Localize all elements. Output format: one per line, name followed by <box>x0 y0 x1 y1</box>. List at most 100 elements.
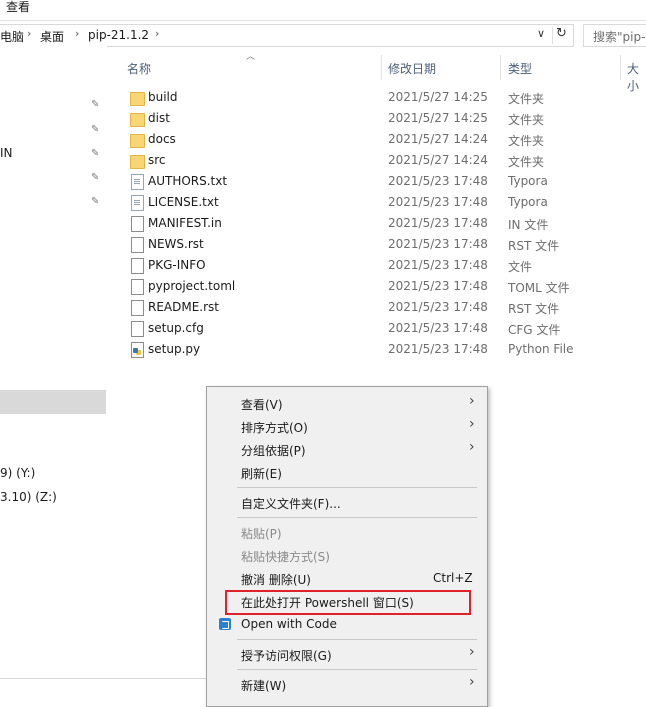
nav-selected-item[interactable] <box>0 390 106 414</box>
file-type: 文件夹 <box>508 92 545 106</box>
menu-item-open-with-code[interactable]: Open with Code <box>207 613 487 636</box>
file-name: LICENSE.txt <box>148 195 219 209</box>
column-divider[interactable] <box>500 55 501 80</box>
file-date: 2021/5/27 14:24 <box>388 153 488 167</box>
chevron-right-icon: › <box>469 439 475 455</box>
file-icon <box>131 321 144 337</box>
menu-item-view[interactable]: 查看(V) › <box>207 392 487 415</box>
context-menu: 查看(V) › 排序方式(O) › 分组依据(P) › 刷新(E) 自定义文件夹… <box>206 386 488 707</box>
file-type: Typora <box>508 195 548 209</box>
file-row[interactable]: setup.py 2021/5/23 17:48 Python File <box>120 339 646 360</box>
file-type: RST 文件 <box>508 302 560 316</box>
file-type: Typora <box>508 174 548 188</box>
chevron-right-icon: › <box>469 393 475 409</box>
menu-item-customize-folder[interactable]: 自定义文件夹(F)... <box>207 491 487 514</box>
ribbon-bar: 查看 <box>0 0 646 21</box>
menu-item-label: 刷新(E) <box>241 467 282 481</box>
nav-drive-z[interactable]: 3.10) (Z:) <box>0 490 57 504</box>
column-header-type[interactable]: 类型 <box>508 60 532 77</box>
pin-icon: ✎ <box>91 148 100 159</box>
file-row[interactable]: src 2021/5/27 14:24 文件夹 <box>120 150 646 171</box>
file-date: 2021/5/23 17:48 <box>388 237 488 251</box>
nav-drive-y[interactable]: 9) (Y:) <box>0 466 35 480</box>
highlight-box <box>225 590 471 615</box>
file-row[interactable]: setup.cfg 2021/5/23 17:48 CFG 文件 <box>120 318 646 339</box>
file-date: 2021/5/23 17:48 <box>388 195 488 209</box>
file-date: 2021/5/23 17:48 <box>388 258 488 272</box>
file-row[interactable]: MANIFEST.in 2021/5/23 17:48 IN 文件 <box>120 213 646 234</box>
file-row[interactable]: pyproject.toml 2021/5/23 17:48 TOML 文件 <box>120 276 646 297</box>
file-type: TOML 文件 <box>508 281 570 295</box>
breadcrumb-separator-icon[interactable]: › <box>75 27 79 40</box>
file-row[interactable]: PKG-INFO 2021/5/23 17:48 文件 <box>120 255 646 276</box>
shortcut-label: Ctrl+Z <box>433 571 473 585</box>
menu-item-new[interactable]: 新建(W) › <box>207 673 487 696</box>
search-input[interactable]: 搜索"pip- <box>583 24 646 47</box>
python-file-icon <box>131 342 144 358</box>
file-row[interactable]: NEWS.rst 2021/5/23 17:48 RST 文件 <box>120 234 646 255</box>
chevron-right-icon: › <box>469 644 475 660</box>
file-icon <box>131 216 144 232</box>
folder-icon <box>130 113 145 127</box>
column-header-date[interactable]: 修改日期 <box>388 60 436 77</box>
folder-icon <box>130 155 145 169</box>
menu-item-label: 粘贴(P) <box>241 527 282 541</box>
file-icon <box>131 279 144 295</box>
menu-item-label: 授予访问权限(G) <box>241 649 332 663</box>
menu-item-refresh[interactable]: 刷新(E) <box>207 461 487 484</box>
column-divider[interactable] <box>620 55 621 80</box>
address-bar[interactable]: 电脑 › 桌面 › pip-21.1.2 › ∨ ↻ <box>0 24 574 47</box>
menu-separator <box>237 517 477 518</box>
pin-icon: ✎ <box>91 124 100 135</box>
file-type: 文件夹 <box>508 155 545 169</box>
breadcrumb-separator-icon[interactable]: › <box>27 27 31 40</box>
file-type: 文件夹 <box>508 113 545 127</box>
file-row[interactable]: AUTHORS.txt 2021/5/23 17:48 Typora <box>120 171 646 192</box>
file-row[interactable]: build 2021/5/27 14:25 文件夹 <box>120 87 646 108</box>
menu-item-label: 撤消 删除(U) <box>241 573 311 587</box>
text-file-icon <box>131 174 144 190</box>
file-date: 2021/5/23 17:48 <box>388 174 488 188</box>
file-row[interactable]: LICENSE.txt 2021/5/23 17:48 Typora <box>120 192 646 213</box>
file-date: 2021/5/23 17:48 <box>388 300 488 314</box>
file-name: setup.py <box>148 342 201 356</box>
menu-item-label: 粘贴快捷方式(S) <box>241 550 330 564</box>
menu-item-group[interactable]: 分组依据(P) › <box>207 438 487 461</box>
file-row[interactable]: dist 2021/5/27 14:25 文件夹 <box>120 108 646 129</box>
file-type: RST 文件 <box>508 239 560 253</box>
file-row[interactable]: docs 2021/5/27 14:24 文件夹 <box>120 129 646 150</box>
breadcrumb-desktop[interactable]: 桌面 <box>40 28 64 45</box>
file-icon <box>131 258 144 274</box>
file-date: 2021/5/23 17:48 <box>388 321 488 335</box>
file-name: build <box>148 90 178 104</box>
file-name: PKG-INFO <box>148 258 206 272</box>
column-header-name[interactable]: 名称 <box>127 60 151 77</box>
file-type: Python File <box>508 342 574 356</box>
nav-item-in[interactable]: IN <box>0 146 13 160</box>
breadcrumb-folder[interactable]: pip-21.1.2 <box>88 28 149 42</box>
chevron-down-icon[interactable]: ∨ <box>537 27 545 40</box>
menu-item-paste-shortcut: 粘贴快捷方式(S) <box>207 544 487 567</box>
file-name: pyproject.toml <box>148 279 236 293</box>
file-type: 文件 <box>508 260 533 274</box>
file-name: src <box>148 153 166 167</box>
column-divider[interactable] <box>381 55 382 80</box>
tab-view[interactable]: 查看 <box>6 0 30 15</box>
vscode-icon <box>219 618 231 630</box>
menu-item-undo-delete[interactable]: 撤消 删除(U) Ctrl+Z <box>207 567 487 590</box>
menu-separator <box>237 669 477 670</box>
text-file-icon <box>131 195 144 211</box>
menu-item-grant-access[interactable]: 授予访问权限(G) › <box>207 643 487 666</box>
refresh-icon[interactable]: ↻ <box>556 26 567 41</box>
breadcrumb-computer[interactable]: 电脑 <box>0 28 24 45</box>
file-date: 2021/5/23 17:48 <box>388 279 488 293</box>
chevron-right-icon: › <box>469 674 475 690</box>
file-icon <box>131 237 144 253</box>
menu-item-sort[interactable]: 排序方式(O) › <box>207 415 487 438</box>
breadcrumb-separator-icon[interactable]: › <box>155 27 159 40</box>
file-type: 文件夹 <box>508 134 545 148</box>
file-row[interactable]: README.rst 2021/5/23 17:48 RST 文件 <box>120 297 646 318</box>
file-name: setup.cfg <box>148 321 204 335</box>
file-date: 2021/5/27 14:25 <box>388 111 488 125</box>
file-date: 2021/5/27 14:25 <box>388 90 488 104</box>
